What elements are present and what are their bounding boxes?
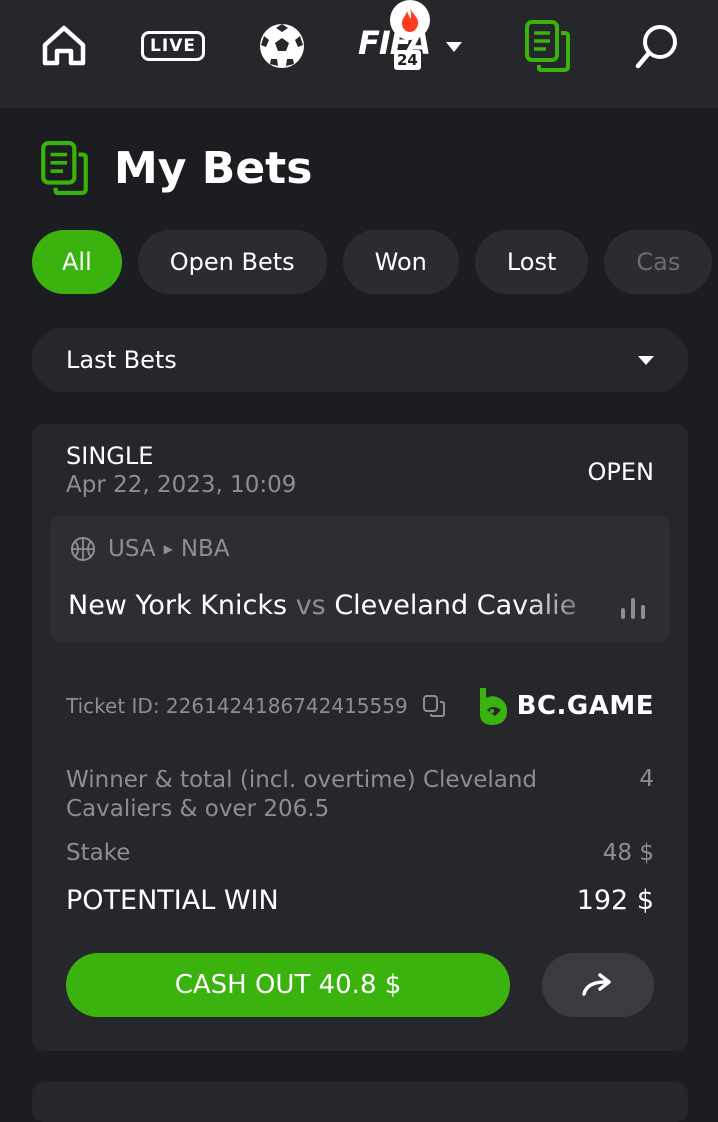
event-teams: New York Knicks vs Cleveland Cavalie [68, 590, 598, 621]
stats-icon[interactable] [620, 596, 646, 620]
bet-odds: 4 [639, 766, 654, 792]
home-icon [42, 25, 86, 66]
potential-win-label: POTENTIAL WIN [66, 885, 279, 916]
bets-slip-icon [41, 141, 88, 195]
potential-win-value: 192 $ [576, 885, 654, 916]
text-fade [520, 584, 610, 628]
share-button[interactable] [542, 953, 654, 1017]
ticket-id-text: Ticket ID: 2261424186742415559 [66, 694, 408, 718]
bet-status: OPEN [587, 458, 654, 486]
stake-label: Stake [66, 840, 131, 866]
bet-date: Apr 22, 2023, 10:09 [66, 472, 297, 498]
bets-period-dropdown[interactable]: Last Bets [32, 328, 688, 392]
nav-soccer[interactable] [254, 18, 310, 74]
filter-chips: All Open Bets Won Lost Cas [32, 230, 718, 294]
bet-selection: Winner & total (incl. overtime) Clevelan… [66, 767, 538, 822]
bet-type: SINGLE [66, 442, 154, 470]
top-navigation: LIVE FIFA 24 [0, 0, 718, 108]
stake-value: 48 $ [602, 840, 654, 866]
ticket-id: Ticket ID: 2261424186742415559 [66, 694, 446, 718]
fire-badge [390, 0, 430, 40]
dropdown-value: Last Bets [66, 346, 177, 374]
brand: BC.GAME [477, 686, 654, 726]
bet-card: SINGLE Apr 22, 2023, 10:09 OPEN USA ▶ NB… [32, 424, 688, 1051]
chevron-down-icon [638, 355, 654, 365]
fire-icon [402, 8, 419, 32]
soccer-ball-icon [260, 24, 304, 68]
event-info[interactable]: USA ▶ NBA New York Knicks vs Cleveland C… [50, 516, 670, 642]
filter-open-bets[interactable]: Open Bets [137, 230, 327, 294]
page-title: My Bets [114, 142, 313, 194]
home-team: New York Knicks [68, 590, 288, 621]
brand-name: BC.GAME [516, 691, 654, 721]
event-country: USA [108, 536, 156, 562]
nav-home[interactable] [36, 18, 92, 74]
bets-slip-icon [525, 20, 570, 72]
nav-live[interactable]: LIVE [140, 18, 206, 74]
basketball-icon [71, 537, 95, 561]
nav-search[interactable] [628, 18, 684, 74]
chevron-right-icon: ▶ [163, 542, 173, 556]
filter-all[interactable]: All [32, 230, 122, 294]
event-league: NBA [180, 536, 230, 562]
copy-icon[interactable] [422, 694, 446, 718]
league-breadcrumb: USA ▶ NBA [70, 536, 230, 562]
chevron-down-icon [446, 42, 462, 52]
page-header: My Bets [40, 138, 312, 198]
live-badge: LIVE [141, 31, 205, 61]
filter-won[interactable]: Won [342, 230, 459, 294]
versus-label: vs [295, 590, 326, 621]
cash-out-button[interactable]: CASH OUT 40.8 $ [66, 953, 510, 1017]
next-bet-card [32, 1082, 688, 1122]
bc-game-logo-icon [479, 688, 507, 725]
nav-my-bets[interactable] [520, 18, 576, 74]
fifa-year: 24 [394, 50, 421, 70]
filter-lost[interactable]: Lost [474, 230, 589, 294]
share-arrow-icon [582, 973, 611, 996]
nav-fifa[interactable]: FIFA 24 [356, 0, 466, 74]
search-icon [635, 25, 677, 69]
filter-cashout[interactable]: Cas [604, 230, 713, 294]
